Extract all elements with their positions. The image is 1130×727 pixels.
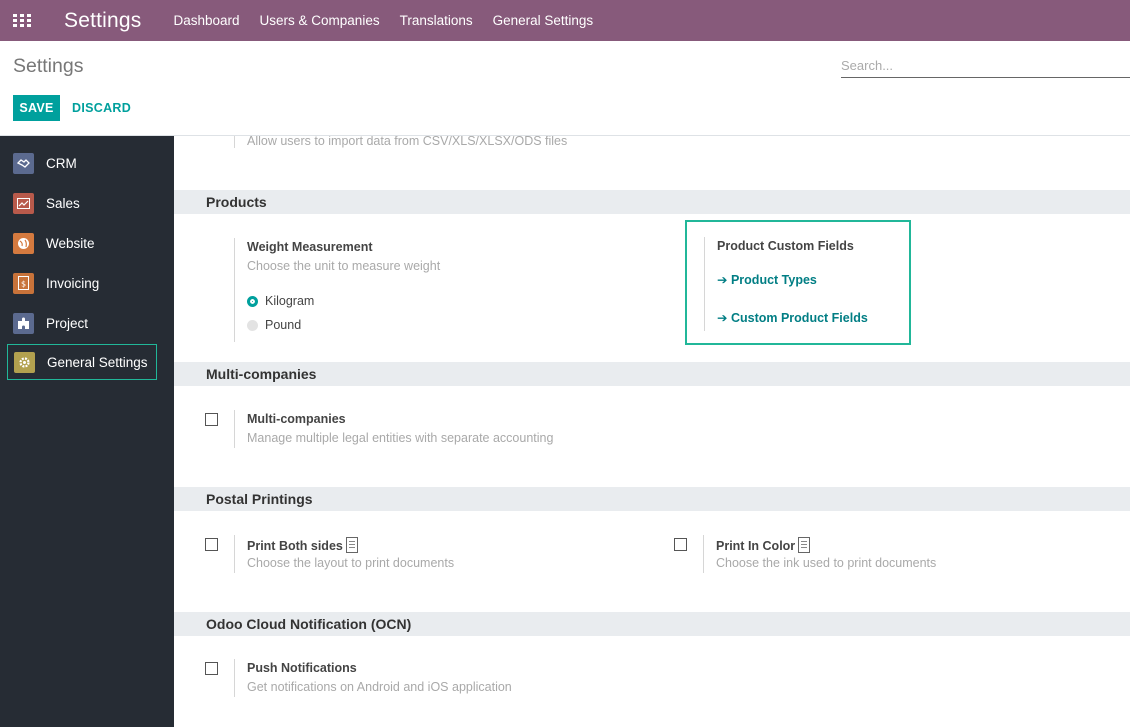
search-box [841,55,1130,78]
divider [234,410,235,448]
multi-companies-description: Manage multiple legal entities with sepa… [247,431,554,445]
sidebar-item-sales[interactable]: Sales [7,185,157,221]
print-both-sides-description: Choose the layout to print documents [247,556,455,570]
divider [234,238,235,342]
menu-dashboard[interactable]: Dashboard [173,13,239,28]
sidebar-item-crm[interactable]: CRM [7,145,157,181]
print-in-color-title: Print In Color [716,537,811,553]
gear-icon [14,351,35,373]
globe-icon [13,232,34,254]
divider [704,237,705,331]
discard-button[interactable]: DISCARD [66,95,137,121]
sidebar-item-label: Project [46,315,89,331]
app-title: Settings [64,8,142,32]
top-navbar: Settings Dashboard Users & Companies Tra… [0,0,1130,41]
svg-text:$: $ [21,280,26,289]
print-in-color-label: Print In Color [716,539,796,553]
menu-users-companies[interactable]: Users & Companies [260,13,380,28]
multi-companies-checkbox[interactable] [205,413,218,426]
product-custom-fields-box: Product Custom Fields ➔ Product Types ➔ … [685,220,911,345]
sidebar-item-general-settings[interactable]: General Settings [7,344,157,380]
radio-kilogram[interactable]: Kilogram [247,294,314,308]
chart-icon [13,192,34,214]
radio-label: Kilogram [265,294,315,308]
print-in-color-checkbox[interactable] [674,538,687,551]
apps-grid-icon[interactable] [13,13,31,28]
control-panel: Settings SAVE DISCARD [0,41,1130,136]
link-label: Custom Product Fields [730,311,868,325]
print-both-sides-checkbox[interactable] [205,538,218,551]
sidebar-item-label: CRM [46,155,77,171]
sidebar-item-label: Sales [46,195,80,211]
link-label: Product Types [730,273,817,287]
divider [234,535,235,573]
radio-dot[interactable] [247,319,258,331]
save-button[interactable]: SAVE [13,95,60,121]
menu-translations[interactable]: Translations [400,13,473,28]
section-title: Odoo Cloud Notification (OCN) [206,616,412,632]
sidebar-item-label: Website [46,235,95,251]
puzzle-icon [13,312,34,334]
product-types-link[interactable]: ➔ Product Types [717,272,817,287]
divider [234,659,235,697]
arrow-right-icon: ➔ [717,311,728,325]
radio-label: Pound [265,318,302,332]
arrow-right-icon: ➔ [717,273,728,287]
print-both-sides-title: Print Both sides [247,537,358,553]
settings-content: Allow users to import data from CSV/XLS/… [174,136,1130,727]
import-description: Allow users to import data from CSV/XLS/… [247,136,568,148]
sidebar-item-website[interactable]: Website [7,225,157,261]
push-notifications-title: Push Notifications [247,661,357,675]
settings-sidebar: CRM Sales Website $ Invoicing Project Ge… [0,136,174,727]
section-title: Products [206,194,267,210]
enterprise-building-icon [798,537,811,553]
section-postal-printings: Postal Printings [174,487,1130,511]
print-in-color-description: Choose the ink used to print documents [716,556,937,570]
section-title: Postal Printings [206,491,313,507]
section-multi-companies: Multi-companies [174,362,1130,386]
top-menu: Dashboard Users & Companies Translations… [173,13,593,28]
push-notifications-description: Get notifications on Android and iOS app… [247,680,512,694]
weight-description: Choose the unit to measure weight [247,259,441,273]
sidebar-item-project[interactable]: Project [7,305,157,341]
divider [703,535,704,573]
radio-pound[interactable]: Pound [247,318,301,332]
breadcrumb: Settings [13,55,84,77]
print-both-sides-label: Print Both sides [247,539,343,553]
search-input[interactable] [841,55,1130,75]
push-notifications-checkbox[interactable] [205,662,218,675]
radio-dot[interactable] [247,295,258,307]
section-title: Multi-companies [206,366,317,382]
divider [234,136,235,148]
sidebar-item-label: Invoicing [46,275,100,291]
custom-fields-title: Product Custom Fields [717,239,854,253]
custom-product-fields-link[interactable]: ➔ Custom Product Fields [717,310,868,325]
handshake-icon [13,152,34,174]
menu-general-settings[interactable]: General Settings [493,13,594,28]
multi-companies-title: Multi-companies [247,412,346,426]
section-ocn: Odoo Cloud Notification (OCN) [174,612,1130,636]
weight-title: Weight Measurement [247,240,373,254]
section-products: Products [174,190,1130,214]
sidebar-item-label: General Settings [47,354,148,370]
sidebar-item-invoicing[interactable]: $ Invoicing [7,265,157,301]
enterprise-building-icon [345,537,358,553]
invoice-icon: $ [13,272,34,294]
